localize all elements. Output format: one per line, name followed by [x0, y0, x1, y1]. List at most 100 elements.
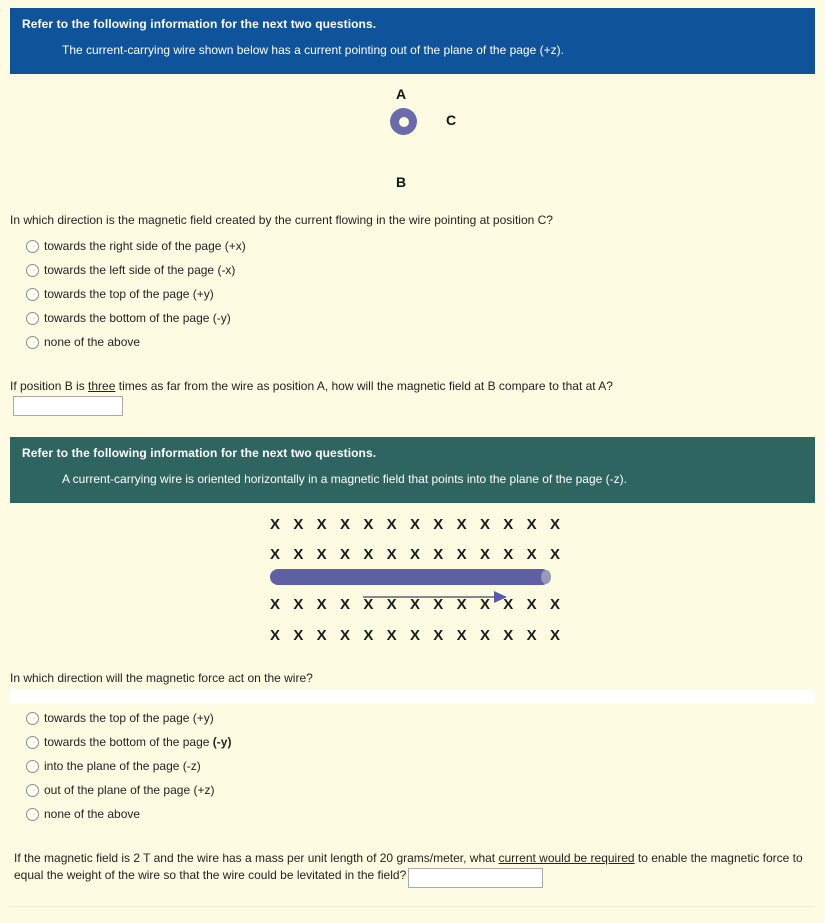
field-marker-into-page-icon: X: [270, 516, 281, 533]
field-marker-into-page-icon: X: [549, 546, 560, 563]
question-4-emphasis: current would be required: [498, 851, 635, 865]
field-marker-into-page-icon: X: [409, 516, 420, 533]
field-marker-into-page-icon: X: [479, 516, 490, 533]
option-q3-3[interactable]: into the plane of the page (-z): [26, 754, 231, 778]
info-banner-1-title: Refer to the following information for t…: [22, 17, 377, 31]
field-marker-into-page-icon: X: [409, 596, 420, 613]
question-2-emphasis: three: [88, 379, 116, 393]
option-label: towards the bottom of the page (-y): [44, 311, 231, 325]
bottom-divider: [10, 906, 815, 907]
radio-icon[interactable]: [26, 287, 39, 301]
radio-icon[interactable]: [26, 735, 39, 749]
question-2-text-part1: If position B is: [10, 379, 89, 393]
field-marker-into-page-icon: X: [456, 627, 467, 644]
radio-icon[interactable]: [26, 759, 39, 773]
radio-icon[interactable]: [26, 335, 39, 349]
option-q1-3[interactable]: towards the top of the page (+y): [26, 282, 246, 306]
option-q1-2[interactable]: towards the left side of the page (-x): [26, 258, 246, 282]
field-marker-into-page-icon: X: [316, 627, 327, 644]
question-4-text: If the magnetic field is 2 T and the wir…: [14, 850, 811, 888]
option-q3-1[interactable]: towards the top of the page (+y): [26, 706, 231, 730]
field-marker-into-page-icon: X: [316, 516, 327, 533]
radio-icon[interactable]: [26, 311, 39, 325]
field-marker-into-page-icon: X: [293, 546, 304, 563]
field-marker-into-page-icon: X: [526, 516, 537, 533]
wire-end-cap: [541, 570, 551, 584]
field-marker-into-page-icon: X: [363, 516, 374, 533]
field-marker-into-page-icon: X: [479, 627, 490, 644]
option-label: out of the plane of the page (+z): [44, 783, 215, 797]
field-marker-into-page-icon: X: [433, 516, 444, 533]
field-marker-into-page-icon: X: [386, 546, 397, 563]
option-q1-4[interactable]: towards the bottom of the page (-y): [26, 306, 246, 330]
section-divider-band: [10, 690, 815, 704]
field-marker-into-page-icon: X: [386, 516, 397, 533]
field-marker-row-4: XXXXXXXXXXXXX: [270, 627, 560, 644]
field-marker-into-page-icon: X: [549, 516, 560, 533]
field-marker-into-page-icon: X: [526, 627, 537, 644]
option-label: towards the top of the page (+y): [44, 711, 214, 725]
option-q3-2[interactable]: towards the bottom of the page (-y): [26, 730, 231, 754]
option-q3-5[interactable]: none of the above: [26, 802, 231, 826]
question-1-options[interactable]: towards the right side of the page (+x) …: [26, 234, 246, 354]
field-marker-into-page-icon: X: [363, 546, 374, 563]
field-marker-into-page-icon: X: [316, 546, 327, 563]
field-marker-into-page-icon: X: [503, 627, 514, 644]
option-label: none of the above: [44, 807, 141, 821]
field-marker-row-1: XXXXXXXXXXXXX: [270, 516, 560, 533]
option-q1-1[interactable]: towards the right side of the page (+x): [26, 234, 246, 258]
field-marker-into-page-icon: X: [339, 546, 350, 563]
field-marker-into-page-icon: X: [363, 627, 374, 644]
field-marker-into-page-icon: X: [270, 627, 281, 644]
field-marker-into-page-icon: X: [316, 596, 327, 613]
option-q1-5[interactable]: none of the above: [26, 330, 246, 354]
question-1-text: In which direction is the magnetic field…: [10, 213, 553, 227]
info-banner-2: Refer to the following information for t…: [10, 437, 815, 503]
question-2-text-part2: times as far from the wire as position A…: [115, 379, 613, 393]
question-3-options[interactable]: towards the top of the page (+y) towards…: [26, 706, 231, 826]
field-marker-row-2: XXXXXXXXXXXXX: [270, 546, 560, 563]
field-marker-into-page-icon: X: [386, 596, 397, 613]
field-marker-into-page-icon: X: [339, 627, 350, 644]
field-marker-into-page-icon: X: [409, 546, 420, 563]
option-q3-4[interactable]: out of the plane of the page (+z): [26, 778, 231, 802]
field-marker-into-page-icon: X: [456, 596, 467, 613]
option-label: into the plane of the page (-z): [44, 759, 201, 773]
option-label: towards the left side of the page (-x): [44, 263, 236, 277]
info-banner-1: Refer to the following information for t…: [10, 8, 815, 74]
question-4-answer-input[interactable]: [408, 868, 544, 888]
field-marker-into-page-icon: X: [433, 596, 444, 613]
diagram1-label-a: A: [396, 86, 407, 102]
field-marker-into-page-icon: X: [479, 546, 490, 563]
field-marker-into-page-icon: X: [549, 596, 560, 613]
radio-icon[interactable]: [26, 711, 39, 725]
field-marker-into-page-icon: X: [433, 627, 444, 644]
wire-bar-icon: [270, 569, 551, 585]
radio-icon[interactable]: [26, 783, 39, 797]
question-2-answer-input[interactable]: [13, 396, 123, 416]
field-marker-into-page-icon: X: [456, 516, 467, 533]
option-label: towards the right side of the page (+x): [44, 239, 246, 253]
diagram1-label-c: C: [446, 112, 457, 128]
field-marker-into-page-icon: X: [479, 596, 490, 613]
radio-icon[interactable]: [26, 263, 39, 277]
radio-icon[interactable]: [26, 807, 39, 821]
question-2-text: If position B is three times as far from…: [10, 378, 810, 394]
field-marker-into-page-icon: X: [293, 627, 304, 644]
field-marker-into-page-icon: X: [293, 516, 304, 533]
field-marker-into-page-icon: X: [339, 516, 350, 533]
option-label: towards the top of the page (+y): [44, 287, 214, 301]
field-marker-into-page-icon: X: [549, 627, 560, 644]
field-marker-into-page-icon: X: [293, 596, 304, 613]
field-marker-into-page-icon: X: [270, 546, 281, 563]
option-label: towards the bottom of the page (-y): [44, 735, 232, 749]
field-marker-into-page-icon: X: [526, 546, 537, 563]
field-marker-into-page-icon: X: [409, 627, 420, 644]
field-marker-into-page-icon: X: [526, 596, 537, 613]
quiz-page: Refer to the following information for t…: [0, 0, 825, 923]
field-marker-into-page-icon: X: [270, 596, 281, 613]
info-banner-2-body: A current-carrying wire is oriented hori…: [62, 472, 627, 486]
radio-icon[interactable]: [26, 239, 39, 253]
field-marker-into-page-icon: X: [386, 627, 397, 644]
field-marker-into-page-icon: X: [339, 596, 350, 613]
